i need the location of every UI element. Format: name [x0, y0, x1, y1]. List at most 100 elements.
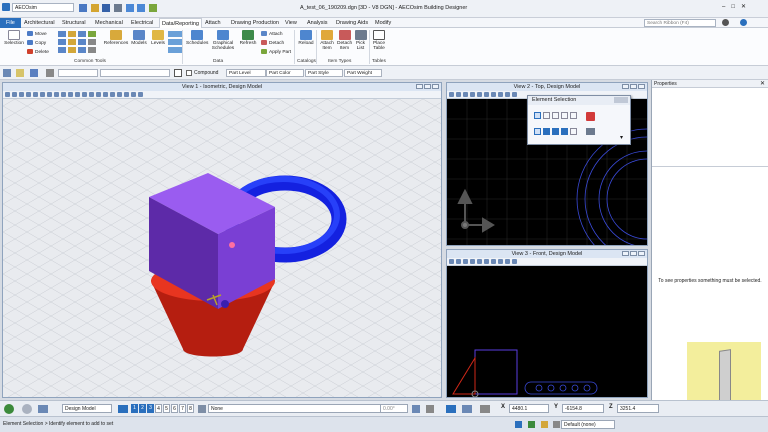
view-tool-icon[interactable] — [456, 92, 461, 97]
tab-analysis[interactable]: Analysis — [305, 18, 329, 28]
close-icon[interactable] — [638, 84, 645, 89]
view-tool-icon[interactable] — [12, 92, 17, 97]
tab-electrical[interactable]: Electrical — [129, 18, 155, 28]
style-combo[interactable] — [100, 69, 170, 77]
tool-icon[interactable] — [88, 31, 96, 37]
minimize-icon[interactable]: – — [722, 4, 731, 10]
view-tool-icon[interactable] — [117, 92, 122, 97]
level-display-field[interactable]: None — [208, 404, 408, 413]
refresh-button[interactable]: Refresh — [238, 30, 258, 46]
view-toggle-1[interactable]: 1 — [131, 404, 138, 413]
view-tool-icon[interactable] — [89, 92, 94, 97]
tool-icon[interactable] — [58, 47, 66, 53]
tab-structural[interactable]: Structural — [60, 18, 88, 28]
view-tool-icon[interactable] — [61, 92, 66, 97]
view-tool-icon[interactable] — [505, 259, 510, 264]
print-icon[interactable] — [114, 4, 123, 12]
attributes-icon[interactable] — [3, 69, 11, 77]
view-tool-icon[interactable] — [449, 259, 454, 264]
view-tool-icon[interactable] — [498, 92, 503, 97]
view-tool-icon[interactable] — [138, 92, 143, 97]
view-tool-icon[interactable] — [484, 259, 489, 264]
element-selection-dialog[interactable]: Element Selection ▾ — [527, 95, 631, 145]
view-tool-icon[interactable] — [512, 259, 517, 264]
view-tool-icon[interactable] — [33, 92, 38, 97]
reload-button[interactable]: Reload — [297, 30, 315, 46]
maximize-icon[interactable]: □ — [731, 4, 741, 10]
workspace-combo[interactable]: AECOsim — [12, 3, 74, 12]
sheet-icon[interactable] — [553, 421, 560, 428]
save-icon[interactable] — [102, 4, 111, 12]
view-tool-icon[interactable] — [498, 259, 503, 264]
view-tool-icon[interactable] — [40, 92, 45, 97]
view-tool-icon[interactable] — [470, 92, 475, 97]
forward-icon[interactable] — [22, 404, 32, 414]
tool-icon[interactable] — [68, 31, 76, 37]
view-tool-icon[interactable] — [491, 259, 496, 264]
z-coordinate-field[interactable]: 3251.4 — [617, 404, 659, 413]
levels-button[interactable]: Levels — [149, 30, 167, 46]
compound-checkbox[interactable] — [186, 70, 192, 76]
delete-button[interactable]: Delete — [27, 49, 49, 55]
tool-icon[interactable] — [68, 39, 76, 45]
close-icon[interactable]: ✕ — [741, 4, 752, 10]
expand-arrow-icon[interactable]: ▾ — [620, 134, 623, 141]
view-tool-icon[interactable] — [96, 92, 101, 97]
grid-icon[interactable] — [426, 405, 434, 413]
view-tool-icon[interactable] — [449, 92, 454, 97]
block-select-icon[interactable] — [543, 112, 550, 119]
tab-drawing-aids[interactable]: Drawing Aids — [334, 18, 370, 28]
x-coordinate-field[interactable]: 4480.1 — [509, 404, 549, 413]
view-toggle-6[interactable]: 6 — [171, 404, 178, 413]
tool-icon[interactable] — [88, 39, 96, 45]
snap-mode-icon[interactable] — [462, 405, 472, 413]
subtract-mode-icon[interactable] — [552, 128, 559, 135]
detach-item-button[interactable]: Detach Item — [337, 30, 352, 51]
close-icon[interactable] — [432, 84, 439, 89]
apply-part-button[interactable]: Apply Part — [261, 49, 291, 55]
models-button[interactable]: Models — [130, 30, 148, 46]
maximize-icon[interactable] — [630, 251, 637, 256]
level-combo[interactable] — [58, 69, 98, 77]
color-icon[interactable] — [30, 69, 38, 77]
tool-icon[interactable] — [88, 47, 96, 53]
tab-modify[interactable]: Modify — [373, 18, 393, 28]
view-tool-icon[interactable] — [131, 92, 136, 97]
undo-icon[interactable] — [125, 4, 134, 12]
tool-icon[interactable] — [58, 39, 66, 45]
tool-icon[interactable] — [168, 47, 182, 53]
references-button[interactable]: References — [103, 30, 129, 46]
tool-icon[interactable] — [68, 47, 76, 53]
level-icon[interactable] — [16, 69, 24, 77]
level-icon[interactable] — [198, 405, 206, 413]
move-button[interactable]: Move — [27, 31, 47, 37]
default-field[interactable]: Default (none) — [561, 420, 615, 429]
selection-button[interactable]: Selection — [4, 30, 24, 46]
tool-icon[interactable] — [78, 47, 86, 53]
fence-select-icon[interactable] — [570, 112, 577, 119]
close-icon[interactable] — [638, 251, 645, 256]
view-groups-icon[interactable] — [118, 405, 128, 413]
sync-icon[interactable] — [149, 4, 158, 12]
clear-selection-icon[interactable] — [586, 112, 595, 121]
minimize-icon[interactable] — [622, 251, 629, 256]
minimize-icon[interactable] — [416, 84, 423, 89]
view-tool-icon[interactable] — [19, 92, 24, 97]
select-all-icon[interactable] — [570, 128, 577, 135]
open-icon[interactable] — [90, 4, 99, 12]
view-tool-icon[interactable] — [54, 92, 59, 97]
place-table-button[interactable]: Place Table — [371, 30, 387, 51]
view-tool-icon[interactable] — [68, 92, 73, 97]
view-toggle-2[interactable]: 2 — [139, 404, 146, 413]
view-tool-icon[interactable] — [456, 259, 461, 264]
tab-mechanical[interactable]: Mechanical — [93, 18, 125, 28]
style-icon[interactable] — [46, 69, 54, 77]
tool-icon[interactable] — [168, 39, 182, 45]
view-3-front[interactable]: View 3 - Front, Design Model — [446, 249, 648, 398]
attach-item-button[interactable]: Attach Item — [318, 30, 336, 51]
fill-icon[interactable] — [174, 69, 182, 77]
y-coordinate-field[interactable]: -6154.8 — [562, 404, 604, 413]
view-tool-icon[interactable] — [110, 92, 115, 97]
new-mode-icon[interactable] — [534, 128, 541, 135]
tool-icon[interactable] — [78, 31, 86, 37]
